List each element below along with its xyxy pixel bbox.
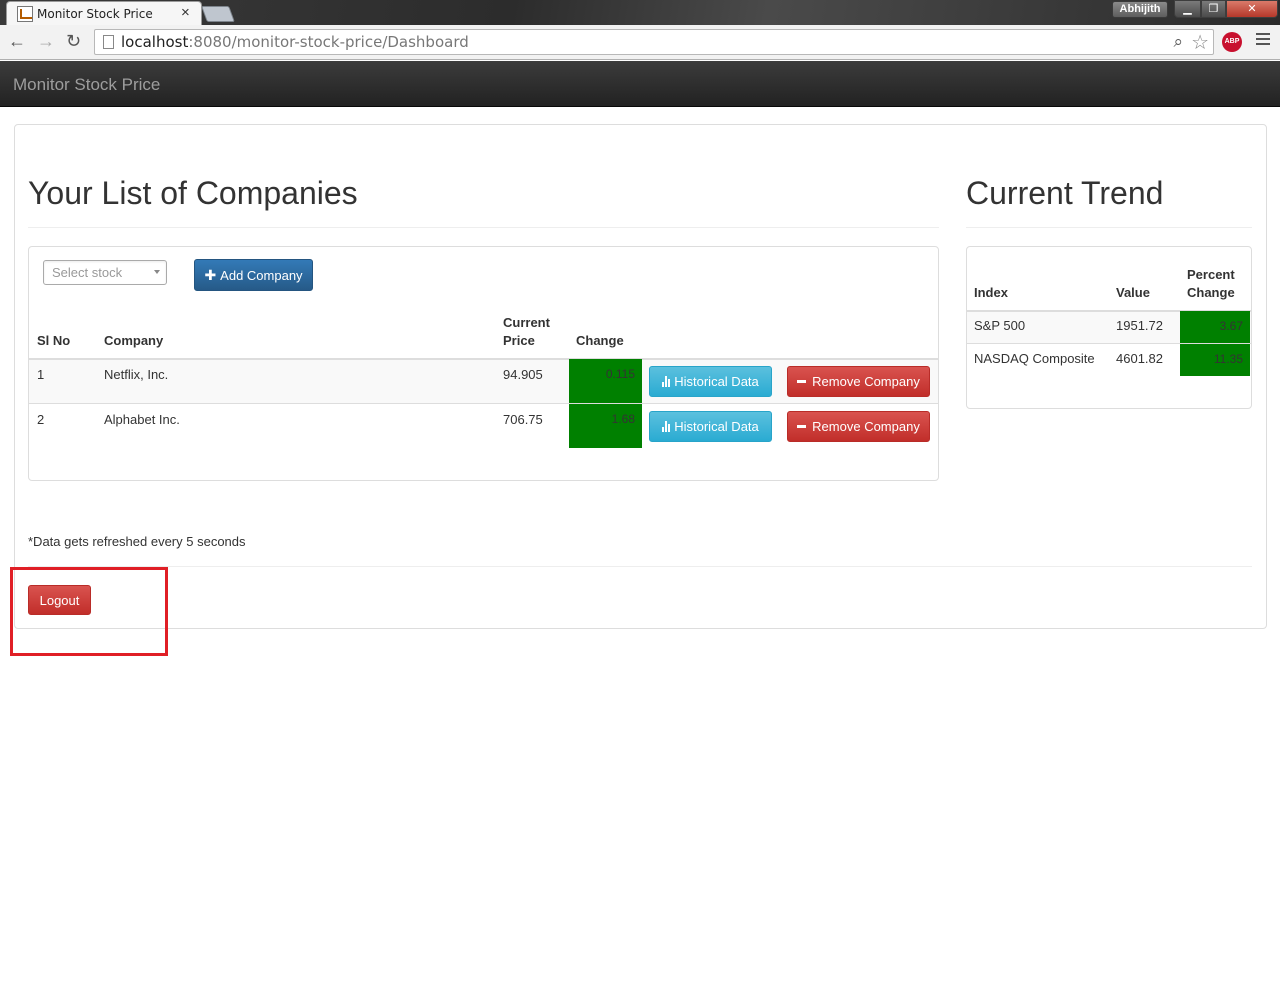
percent-change-value: 11.35 bbox=[1180, 344, 1250, 376]
window-controls: ▁ ❐ ✕ bbox=[1174, 0, 1280, 18]
minus-icon bbox=[797, 380, 807, 383]
add-company-button[interactable]: ✚ Add Company bbox=[194, 259, 313, 291]
row-company: Alphabet Inc. bbox=[104, 412, 180, 427]
plus-icon: ✚ bbox=[204, 266, 217, 283]
col-company: Company bbox=[104, 333, 164, 348]
url-text[interactable]: localhost:8080/monitor-stock-price/Dashb… bbox=[121, 33, 469, 51]
historical-data-label: Historical Data bbox=[674, 374, 759, 389]
divider bbox=[966, 227, 1252, 228]
bar-chart-icon bbox=[662, 376, 671, 387]
change-value: 1.68 bbox=[569, 404, 642, 448]
row-sl: 2 bbox=[37, 412, 45, 427]
divider bbox=[28, 227, 939, 228]
reload-icon[interactable]: ↻ bbox=[66, 31, 81, 52]
chart-favicon-icon bbox=[17, 6, 33, 22]
stock-select[interactable]: Select stock bbox=[43, 260, 167, 285]
col-value: Value bbox=[1116, 285, 1150, 300]
col-index: Index bbox=[974, 285, 1008, 300]
historical-data-label: Historical Data bbox=[674, 419, 759, 434]
row-price: 94.905 bbox=[503, 367, 543, 382]
zoom-icon[interactable]: ⌕ bbox=[1173, 32, 1183, 52]
browser-menu-icon[interactable] bbox=[1256, 33, 1270, 48]
divider bbox=[28, 566, 1252, 567]
bookmark-star-icon[interactable]: ☆ bbox=[1191, 30, 1209, 55]
app-brand[interactable]: Monitor Stock Price bbox=[13, 75, 160, 95]
minus-icon bbox=[797, 425, 807, 428]
row-company: Netflix, Inc. bbox=[104, 367, 169, 382]
forward-arrow-icon[interactable]: → bbox=[37, 31, 55, 52]
browser-toolbar: ← → ↻ localhost:8080/monitor-stock-price… bbox=[0, 25, 1280, 60]
page-icon bbox=[103, 35, 114, 49]
add-company-label: Add Company bbox=[220, 267, 303, 283]
historical-data-button[interactable]: Historical Data bbox=[649, 366, 772, 397]
trend-heading: Current Trend bbox=[966, 175, 1164, 211]
col-change: Change bbox=[576, 333, 624, 348]
refresh-note: *Data gets refreshed every 5 seconds bbox=[28, 534, 246, 549]
back-arrow-icon[interactable]: ← bbox=[8, 31, 26, 52]
remove-company-button[interactable]: Remove Company bbox=[787, 411, 930, 442]
index-name: S&P 500 bbox=[974, 318, 1026, 333]
col-current-price-line2: Price bbox=[503, 333, 535, 348]
index-name: NASDAQ Composite bbox=[974, 351, 1095, 366]
index-value: 4601.82 bbox=[1116, 351, 1163, 366]
bar-chart-icon bbox=[662, 421, 671, 432]
address-bar[interactable]: localhost:8080/monitor-stock-price/Dashb… bbox=[94, 29, 1214, 55]
highlight-annotation-box bbox=[10, 567, 168, 656]
col-sl-no: Sl No bbox=[37, 333, 71, 348]
app-navbar: Monitor Stock Price bbox=[0, 61, 1280, 107]
profile-button[interactable]: Abhijith bbox=[1112, 1, 1168, 18]
historical-data-button[interactable]: Historical Data bbox=[649, 411, 772, 442]
browser-tab[interactable]: Monitor Stock Price × bbox=[6, 1, 202, 25]
index-value: 1951.72 bbox=[1116, 318, 1163, 333]
change-value: 0.115 bbox=[569, 359, 642, 403]
stock-select-placeholder: Select stock bbox=[52, 265, 123, 280]
col-percent-line1: Percent bbox=[1187, 267, 1235, 282]
col-percent-line2: Change bbox=[1187, 285, 1235, 300]
companies-heading: Your List of Companies bbox=[28, 175, 358, 211]
tab-title: Monitor Stock Price bbox=[37, 7, 153, 21]
adblock-icon[interactable]: ABP bbox=[1222, 32, 1242, 52]
close-tab-icon[interactable]: × bbox=[181, 4, 190, 21]
percent-change-value: 3.67 bbox=[1180, 311, 1250, 343]
minimize-icon[interactable]: ▁ bbox=[1174, 0, 1201, 18]
new-tab-button[interactable] bbox=[201, 6, 235, 22]
remove-company-label: Remove Company bbox=[812, 374, 920, 389]
chevron-down-icon bbox=[154, 270, 160, 274]
row-price: 706.75 bbox=[503, 412, 543, 427]
browser-titlebar: Monitor Stock Price × Abhijith ▁ ❐ ✕ bbox=[0, 0, 1280, 25]
remove-company-button[interactable]: Remove Company bbox=[787, 366, 930, 397]
row-sl: 1 bbox=[37, 367, 45, 382]
remove-company-label: Remove Company bbox=[812, 419, 920, 434]
close-window-icon[interactable]: ✕ bbox=[1226, 0, 1278, 18]
col-current-price-line1: Current bbox=[503, 315, 550, 330]
maximize-icon[interactable]: ❐ bbox=[1201, 0, 1226, 18]
